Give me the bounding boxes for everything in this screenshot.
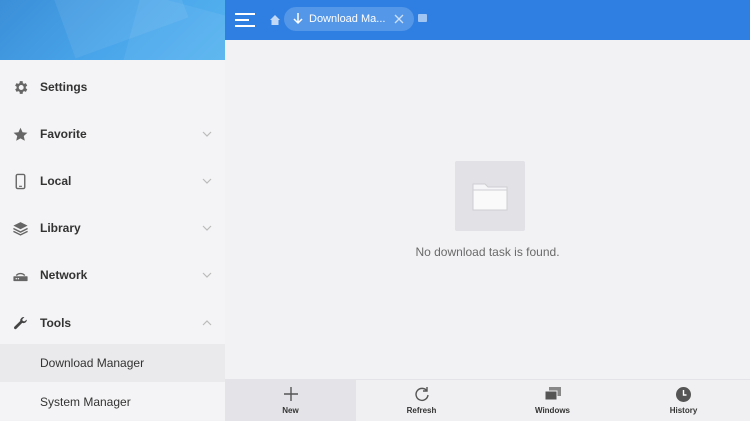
sidebar-subitem-system-manager[interactable]: System Manager xyxy=(0,383,225,421)
top-bar: Download Ma... xyxy=(225,0,750,40)
sidebar-item-favorite[interactable]: Favorite xyxy=(0,111,225,157)
empty-state-message: No download task is found. xyxy=(415,245,560,259)
sidebar-item-label: Settings xyxy=(40,80,88,94)
main-content: No download task is found. xyxy=(225,40,750,379)
plus-icon xyxy=(282,385,300,403)
bottom-toolbar: New Refresh Windows History xyxy=(225,379,750,421)
sidebar-subitem-download-manager[interactable]: Download Manager xyxy=(0,344,225,382)
sidebar-subitem-label: Download Manager xyxy=(40,356,145,370)
chevron-down-icon xyxy=(201,269,213,281)
chevron-up-icon xyxy=(201,317,213,329)
new-button[interactable]: New xyxy=(225,380,356,421)
windows-button[interactable]: Windows xyxy=(487,380,618,421)
hamburger-icon xyxy=(235,13,255,27)
sidebar-item-label: Tools xyxy=(40,316,72,330)
sidebar-item-settings[interactable]: Settings xyxy=(0,64,225,110)
refresh-button[interactable]: Refresh xyxy=(356,380,487,421)
sidebar-subitem-label: System Manager xyxy=(40,395,131,409)
windows-icon xyxy=(544,385,562,403)
chevron-down-icon xyxy=(201,222,213,234)
sidebar-item-label: Library xyxy=(40,221,81,235)
chevron-down-icon xyxy=(201,175,213,187)
sidebar-item-label: Favorite xyxy=(40,127,87,141)
clock-icon xyxy=(675,385,693,403)
network-icon xyxy=(11,266,29,284)
home-icon[interactable] xyxy=(268,13,282,27)
toolbar-label: Refresh xyxy=(406,406,437,415)
menu-button[interactable] xyxy=(234,9,256,31)
toolbar-label: New xyxy=(282,406,299,415)
toolbar-label: History xyxy=(669,406,698,415)
phone-icon xyxy=(11,172,29,190)
download-icon xyxy=(293,13,303,25)
chevron-down-icon xyxy=(201,128,213,140)
sidebar-header xyxy=(0,0,225,60)
history-button[interactable]: History xyxy=(618,380,749,421)
tab-download-manager[interactable]: Download Ma... xyxy=(284,7,414,31)
sidebar-item-label: Network xyxy=(40,268,88,282)
refresh-icon xyxy=(413,385,431,403)
wrench-icon xyxy=(11,314,29,332)
folder-icon xyxy=(455,161,525,231)
sidebar-item-label: Local xyxy=(40,174,72,188)
sidebar-item-tools[interactable]: Tools xyxy=(0,300,225,346)
toolbar-label: Windows xyxy=(534,406,571,415)
gear-icon xyxy=(11,78,29,96)
sidebar-item-network[interactable]: Network xyxy=(0,252,225,298)
windows-indicator-icon[interactable] xyxy=(418,14,427,22)
stack-icon xyxy=(11,219,29,237)
tab-label: Download Ma... xyxy=(309,13,386,25)
sidebar-item-library[interactable]: Library xyxy=(0,205,225,251)
star-icon xyxy=(11,125,29,143)
close-icon[interactable] xyxy=(392,12,406,26)
sidebar: Settings Favorite Local Library Network … xyxy=(0,0,225,420)
sidebar-item-local[interactable]: Local xyxy=(0,158,225,204)
